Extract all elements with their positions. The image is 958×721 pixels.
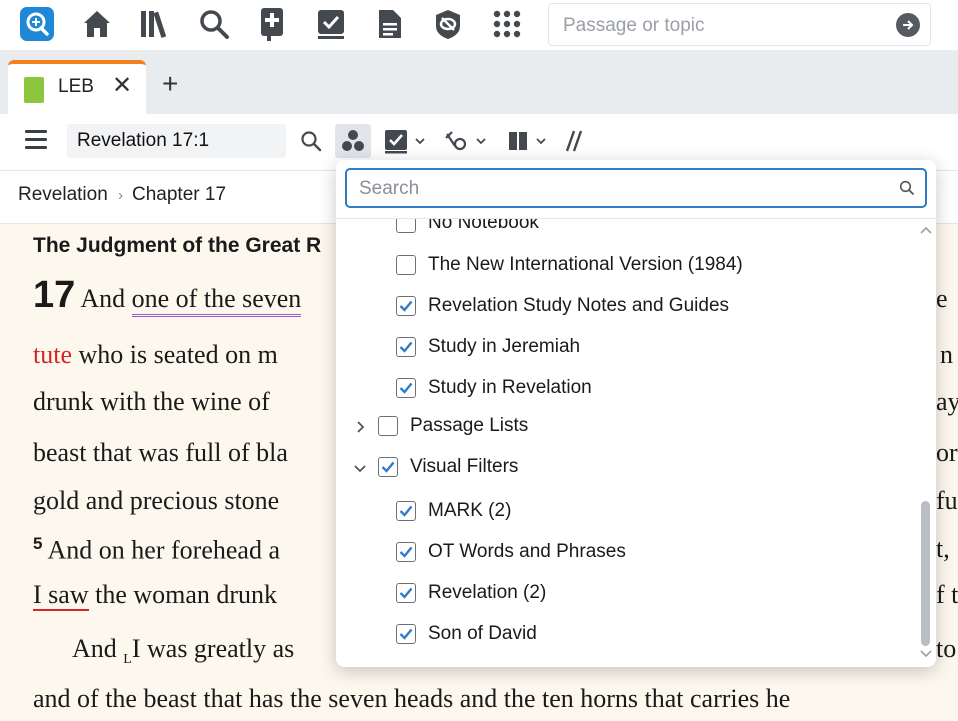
chevron-down-icon[interactable] [353,461,367,475]
checkbox-checked[interactable] [396,542,416,562]
list-item[interactable]: Study in Revelation [396,370,592,406]
chevron-down-icon [536,138,546,145]
visual-filter-dropdown: No Notebook The New International Versio… [336,160,936,667]
visual-filter-icon[interactable] [335,124,371,158]
filter-list: No Notebook The New International Versio… [336,219,916,667]
breadcrumb-book[interactable]: Revelation [18,184,108,206]
passage-search-box [548,3,931,46]
chevron-down-icon [415,138,425,145]
columns-icon[interactable] [507,124,548,158]
breadcrumb-separator: › [118,187,123,204]
checklist-icon[interactable] [313,6,349,42]
add-resource-icon[interactable] [254,6,290,42]
text-line: drunk with the wine of [33,387,270,416]
scroll-up-icon[interactable] [919,225,933,235]
parallel-icon[interactable] [563,124,585,158]
checkbox-checked[interactable] [396,296,416,316]
chevron-right-icon[interactable] [353,420,367,434]
item-label: Revelation Study Notes and Guides [428,295,730,316]
list-item[interactable]: OT Words and Phrases [396,534,626,570]
tab-strip: LEB ✕ + [0,50,958,114]
highlighted-phrase[interactable]: one of the seven [131,284,302,317]
tab-label: LEB [58,76,94,97]
list-item[interactable]: Visual Filters [378,449,518,485]
go-arrow-icon[interactable] [896,13,920,37]
logos-home-search-icon[interactable] [19,6,55,42]
text-fragment: to [936,634,957,663]
tab-leb[interactable]: LEB ✕ [8,60,146,114]
top-toolbar [0,0,958,50]
checkbox-checked[interactable] [396,583,416,603]
list-item[interactable]: The New International Version (1984) [396,247,743,283]
add-tab-icon[interactable]: + [162,70,178,98]
text-fragment: fu [936,486,958,515]
search-icon[interactable] [300,124,322,158]
item-label: Study in Jeremiah [428,336,581,357]
link-off-icon[interactable] [443,124,488,158]
menu-icon[interactable] [25,130,47,154]
checkbox-checked[interactable] [378,457,398,477]
text-fragment: n [940,340,953,369]
document-icon[interactable] [372,6,408,42]
checkbox-checked[interactable] [396,337,416,357]
text-fragment: or [936,438,958,467]
text-line: beast that was full of bla [33,438,288,467]
apps-grid-icon[interactable] [489,6,525,42]
item-label: MARK (2) [428,500,512,521]
item-label: The New International Version (1984) [428,254,743,275]
text-line: 17 And one of the seven [33,274,302,317]
text-fragment: ay [936,387,958,416]
checkbox[interactable] [378,416,398,436]
breadcrumb-chapter[interactable]: Chapter 17 [132,184,226,206]
scrollbar-thumb[interactable] [921,501,930,646]
checkbox-checked[interactable] [396,624,416,644]
notes-check-icon[interactable] [384,124,427,158]
text-line: I saw the woman drunk [33,580,278,611]
text-fragment: t, [936,534,950,563]
passage-input[interactable] [561,11,885,41]
filter-search-input[interactable] [357,175,881,203]
list-item[interactable]: Son of David [396,616,537,652]
red-word[interactable]: tute [33,340,72,369]
book-icon [24,77,44,103]
search-icon [899,180,915,196]
chapter-number: 17 [33,274,76,316]
text-fragment: e [936,284,948,313]
checkbox-checked[interactable] [396,501,416,521]
section-heading: The Judgment of the Great R [33,234,322,257]
scroll-down-icon[interactable] [919,649,933,659]
text-line: gold and precious stone [33,486,280,515]
item-label: Visual Filters [410,456,519,477]
item-label: Passage Lists [410,415,529,436]
home-icon[interactable] [79,6,115,42]
text-line: And LI was greatly as [72,634,295,668]
text-line: and of the beast that has the seven head… [33,684,791,713]
list-item[interactable]: No Notebook [396,219,539,241]
text-fragment: f t [936,580,958,609]
list-item[interactable]: MARK (2) [396,493,511,529]
search-icon[interactable] [196,6,232,42]
checkbox[interactable] [396,219,416,233]
list-item[interactable]: Revelation (2) [396,575,546,611]
reference-text: Revelation 17:1 [77,130,210,151]
list-item[interactable]: Study in Jeremiah [396,329,580,365]
list-item[interactable]: Revelation Study Notes and Guides [396,288,729,324]
library-icon[interactable] [138,6,174,42]
filter-search-box [345,168,927,208]
shield-icon[interactable] [430,6,466,42]
list-item[interactable]: Passage Lists [378,408,528,444]
item-label: OT Words and Phrases [428,541,626,562]
checkbox[interactable] [396,255,416,275]
text-line: 5 And on her forehead a [33,534,280,565]
underlined-phrase[interactable]: I saw [33,580,89,611]
item-label: Revelation (2) [428,582,547,603]
chevron-down-icon [476,138,486,145]
checkbox-checked[interactable] [396,378,416,398]
item-label: Son of David [428,623,537,644]
reference-box[interactable]: Revelation 17:1 [67,124,286,158]
item-label: Study in Revelation [428,377,592,398]
text-line: tute who is seated on m [33,340,278,369]
scrollbar[interactable] [916,219,936,667]
close-icon[interactable]: ✕ [112,74,132,98]
